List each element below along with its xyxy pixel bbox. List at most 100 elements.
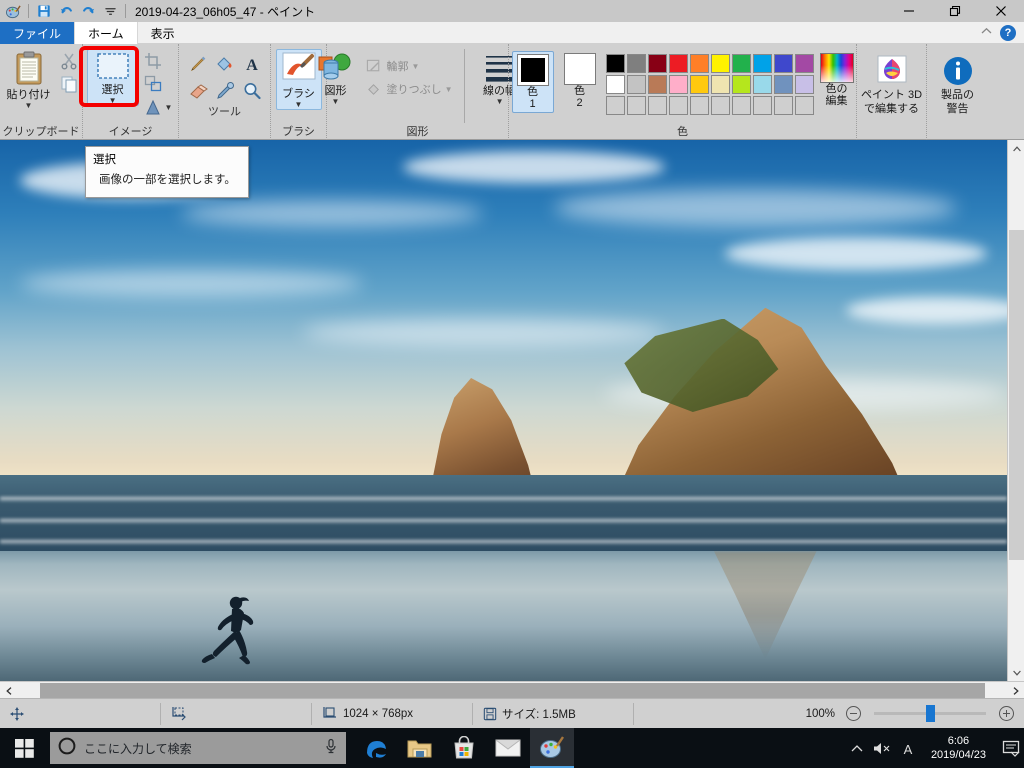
palette-swatch[interactable]	[668, 96, 688, 115]
palette-swatch[interactable]	[752, 54, 772, 73]
palette-swatch[interactable]	[794, 75, 814, 94]
minimize-button[interactable]	[886, 0, 932, 22]
magnifier-tool[interactable]	[239, 78, 265, 104]
select-button[interactable]: 選択 ▼	[86, 49, 139, 106]
palette-swatch[interactable]	[710, 96, 730, 115]
palette-swatch[interactable]	[689, 75, 709, 94]
zoom-out-button[interactable]	[846, 706, 861, 721]
undo-icon[interactable]	[56, 2, 76, 21]
palette-swatch[interactable]	[710, 54, 730, 73]
shapes-dropdown-caret[interactable]: ▼	[332, 98, 340, 106]
scroll-up-button[interactable]	[1008, 140, 1024, 157]
edge-icon[interactable]	[354, 728, 398, 768]
palette-swatch[interactable]	[689, 96, 709, 115]
palette-swatch[interactable]	[752, 96, 772, 115]
shapes-button[interactable]: 図形 ▼	[309, 49, 361, 106]
zoom-slider-track[interactable]	[874, 705, 986, 722]
fill-dropdown-caret[interactable]: ▼	[445, 85, 453, 94]
collapse-ribbon-icon[interactable]	[981, 27, 992, 38]
zoom-slider-thumb[interactable]	[926, 705, 935, 722]
brushes-dropdown-caret[interactable]: ▼	[295, 101, 303, 109]
customize-qat-icon[interactable]	[100, 2, 120, 21]
text-tool[interactable]: A	[239, 51, 265, 77]
volume-muted-icon[interactable]	[873, 741, 891, 756]
palette-swatch[interactable]	[668, 54, 688, 73]
redo-icon[interactable]	[78, 2, 98, 21]
cut-button[interactable]	[58, 50, 80, 72]
palette-swatch[interactable]	[647, 75, 667, 94]
palette-swatch[interactable]	[794, 54, 814, 73]
color-picker-tool[interactable]	[212, 78, 238, 104]
save-icon[interactable]	[34, 2, 54, 21]
fill-button[interactable]: 塗りつぶし ▼	[364, 78, 454, 100]
start-button[interactable]	[0, 728, 48, 768]
ime-mode-icon[interactable]: A	[901, 741, 915, 756]
palette-swatch[interactable]	[731, 96, 751, 115]
tab-home[interactable]: ホーム	[74, 22, 138, 44]
rotate-button[interactable]: ▼	[142, 96, 175, 118]
paste-button[interactable]: 貼り付け ▼	[3, 49, 55, 110]
eraser-tool[interactable]	[185, 78, 211, 104]
horizontal-scrollbar[interactable]	[0, 681, 1024, 698]
tab-view[interactable]: 表示	[138, 22, 188, 44]
palette-swatch[interactable]	[647, 96, 667, 115]
vertical-scroll-track[interactable]	[1008, 157, 1024, 664]
restore-button[interactable]	[932, 0, 978, 22]
palette-swatch[interactable]	[626, 75, 646, 94]
scroll-left-button[interactable]	[0, 682, 17, 699]
show-hidden-icons-icon[interactable]	[851, 744, 863, 753]
taskbar-clock[interactable]: 6:06 2019/04/23	[925, 734, 992, 762]
palette-swatch[interactable]	[773, 75, 793, 94]
resize-button[interactable]	[142, 73, 175, 95]
palette-swatch[interactable]	[773, 96, 793, 115]
action-center-icon[interactable]	[1002, 740, 1020, 757]
fill-tool[interactable]	[212, 51, 238, 77]
palette-swatch[interactable]	[626, 54, 646, 73]
palette-swatch[interactable]	[752, 75, 772, 94]
cortana-circle-icon[interactable]	[58, 737, 76, 760]
vertical-scroll-thumb[interactable]	[1009, 230, 1024, 560]
crop-button[interactable]	[142, 50, 175, 72]
palette-swatch[interactable]	[710, 75, 730, 94]
microsoft-store-icon[interactable]	[442, 728, 486, 768]
palette-swatch[interactable]	[605, 75, 625, 94]
close-button[interactable]	[978, 0, 1024, 22]
paste-dropdown-caret[interactable]: ▼	[25, 102, 33, 110]
paint-taskbar-icon[interactable]	[530, 728, 574, 768]
outline-button[interactable]: 輪郭 ▼	[364, 55, 454, 77]
palette-swatch[interactable]	[689, 54, 709, 73]
mail-icon[interactable]	[486, 728, 530, 768]
scroll-down-button[interactable]	[1008, 664, 1024, 681]
palette-swatch[interactable]	[731, 75, 751, 94]
product-notice-button[interactable]: 製品の 警告	[931, 53, 985, 115]
palette-swatch[interactable]	[605, 54, 625, 73]
color1-button[interactable]: 色 1	[511, 51, 554, 113]
palette-swatch[interactable]	[626, 96, 646, 115]
outline-dropdown-caret[interactable]: ▼	[411, 62, 419, 71]
search-input[interactable]: ここに入力して検索	[84, 740, 316, 757]
pencil-tool[interactable]	[185, 51, 211, 77]
help-button[interactable]: ?	[1000, 24, 1016, 41]
line-width-dropdown-caret[interactable]: ▼	[496, 98, 504, 106]
search-box[interactable]: ここに入力して検索	[50, 732, 346, 764]
edit-colors-button[interactable]: 色の 編集	[819, 51, 854, 107]
palette-swatch[interactable]	[794, 96, 814, 115]
palette-swatch[interactable]	[731, 54, 751, 73]
microphone-icon[interactable]	[324, 738, 338, 759]
horizontal-scroll-thumb[interactable]	[40, 683, 985, 698]
select-dropdown-caret[interactable]: ▼	[109, 97, 117, 105]
palette-swatch[interactable]	[605, 96, 625, 115]
image-canvas[interactable]	[0, 140, 1007, 681]
palette-swatch[interactable]	[668, 75, 688, 94]
file-explorer-icon[interactable]	[398, 728, 442, 768]
rotate-dropdown-caret[interactable]: ▼	[165, 103, 173, 112]
palette-swatch[interactable]	[773, 54, 793, 73]
tab-file[interactable]: ファイル	[0, 22, 75, 44]
scroll-right-button[interactable]	[1007, 682, 1024, 699]
palette-swatch[interactable]	[647, 54, 667, 73]
color2-button[interactable]: 色 2	[560, 51, 600, 111]
zoom-in-button[interactable]	[999, 706, 1014, 721]
canvas-area[interactable]	[0, 140, 1024, 681]
vertical-scrollbar[interactable]	[1007, 140, 1024, 681]
copy-button[interactable]	[58, 73, 80, 95]
